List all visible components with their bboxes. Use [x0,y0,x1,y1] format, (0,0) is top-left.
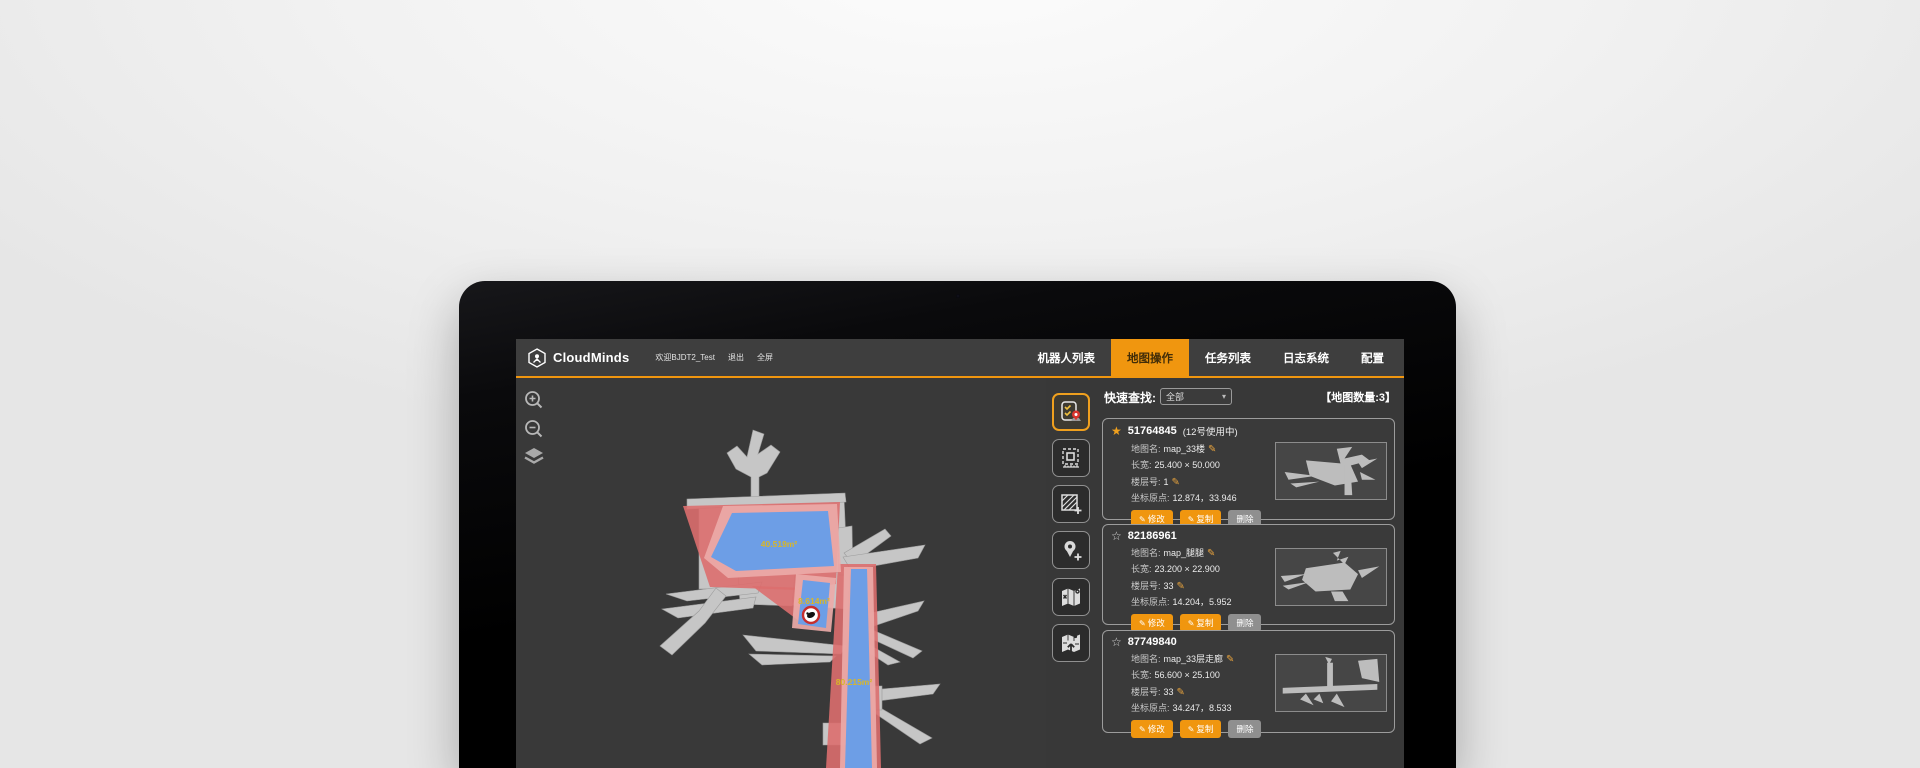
pencil-icon: ✎ [1139,619,1146,628]
map-id: 87749840 [1128,636,1177,648]
cloudminds-hexagon-icon [527,348,547,368]
poi-add-icon [1059,538,1083,562]
field-label-size: 长宽: [1131,460,1152,470]
robot-position-marker[interactable] [803,607,819,623]
field-label-name: 地图名: [1131,444,1161,454]
tab-log-system[interactable]: 日志系统 [1267,339,1345,376]
tool-poi-add-button[interactable] [1052,531,1090,569]
dropdown-selected-value: 全部 [1166,390,1222,403]
map-id: 82186961 [1128,530,1177,542]
field-label-floor: 楼层号: [1131,581,1161,591]
field-label-name: 地图名: [1131,548,1161,558]
favorite-star-icon[interactable]: ☆ [1111,636,1122,648]
zoom-out-button[interactable] [523,418,545,440]
edit-pencil-icon[interactable]: ✎ [1172,477,1180,488]
webcam-dot [956,294,960,298]
desktop-background: CloudMinds 欢迎BJDT2_Test 退出 全屏 机器人列表 地图操作… [0,0,1920,768]
map-count-text: 【地图数量:3】 [1320,389,1396,405]
tool-map-upload-button[interactable] [1052,624,1090,662]
map-card[interactable]: ★ 51764845 (12号使用中) 地图名:map_33楼✎ 长宽:25.4… [1102,418,1395,520]
laptop-bezel: CloudMinds 欢迎BJDT2_Test 退出 全屏 机器人列表 地图操作… [459,281,1456,768]
map-origin-value: 12.874，33.946 [1173,493,1237,503]
tab-robot-list[interactable]: 机器人列表 [1022,339,1112,376]
quick-find-label: 快速查找: [1104,389,1156,406]
map-thumbnail [1275,548,1387,606]
tool-map-task-list-button[interactable] [1052,393,1090,431]
pencil-icon: ✎ [1139,725,1146,734]
app-screen: CloudMinds 欢迎BJDT2_Test 退出 全屏 机器人列表 地图操作… [516,339,1404,768]
map-with-pin-icon [1059,585,1083,609]
map-name-value: map_腿腿 [1164,548,1205,558]
map-name-value: map_33层走廊 [1164,654,1224,664]
field-label-floor: 楼层号: [1131,687,1161,697]
brand-name: CloudMinds [553,350,629,365]
map-measure-icon [1059,446,1083,470]
map-floor-value: 33 [1164,581,1174,591]
pencil-icon: ✎ [1188,619,1195,628]
edit-pencil-icon[interactable]: ✎ [1226,654,1234,665]
map-floor-value: 1 [1164,477,1169,487]
field-label-origin: 坐标原点: [1131,493,1170,503]
area-label-1: 40.519m² [761,539,798,549]
virtual-wall-add-icon [1059,492,1083,516]
tab-task-list[interactable]: 任务列表 [1189,339,1267,376]
tab-configuration[interactable]: 配置 [1345,339,1400,376]
map-id: 51764845 [1128,425,1177,437]
pencil-icon: ✎ [1188,515,1195,524]
map-task-list-icon [1058,399,1084,425]
tool-map-marker-button[interactable] [1052,578,1090,616]
zoom-in-button[interactable] [523,389,545,411]
main-nav: 机器人列表 地图操作 任务列表 日志系统 配置 [1022,339,1405,376]
map-card[interactable]: ☆ 87749840 地图名:map_33层走廊✎ 长宽:56.600 × 25… [1102,630,1395,733]
edit-pencil-icon[interactable]: ✎ [1208,444,1216,455]
map-origin-value: 14.204，5.952 [1173,597,1232,607]
tool-map-measure-button[interactable] [1052,439,1090,477]
edit-pencil-icon[interactable]: ✎ [1177,581,1185,592]
map-size-value: 23.200 × 22.900 [1155,564,1220,574]
field-label-size: 长宽: [1131,670,1152,680]
field-label-floor: 楼层号: [1131,477,1161,487]
map-origin-value: 34.247，8.533 [1173,703,1232,713]
pencil-icon: ✎ [1188,725,1195,734]
modify-button[interactable]: ✎修改 [1131,720,1173,738]
map-card[interactable]: ☆ 82186961 地图名:map_腿腿✎ 长宽:23.200 × 22.90… [1102,524,1395,625]
pencil-icon: ✎ [1139,515,1146,524]
map-canvas[interactable]: 40.519m² 8.614m² 80.215m² [516,378,1046,768]
tool-virtual-wall-add-button[interactable] [1052,485,1090,523]
tab-map-operations[interactable]: 地图操作 [1111,339,1189,376]
map-floor-value: 33 [1164,687,1174,697]
favorite-star-icon[interactable]: ★ [1111,425,1122,437]
map-filter-dropdown[interactable]: 全部 ▾ [1160,388,1232,405]
area-label-3: 80.215m² [836,677,873,687]
field-label-size: 长宽: [1131,564,1152,574]
field-label-name: 地图名: [1131,654,1161,664]
layers-button[interactable] [523,447,545,467]
chevron-down-icon: ▾ [1222,392,1226,401]
map-thumbnail [1275,654,1387,712]
copy-button[interactable]: ✎复制 [1180,720,1222,738]
welcome-text: 欢迎BJDT2_Test [655,352,715,363]
field-label-origin: 坐标原点: [1131,597,1170,607]
edit-pencil-icon[interactable]: ✎ [1207,548,1215,559]
map-size-value: 25.400 × 50.000 [1155,460,1220,470]
map-thumbnail [1275,442,1387,500]
field-label-origin: 坐标原点: [1131,703,1170,713]
map-upload-icon [1059,631,1083,655]
brand-logo: CloudMinds [527,348,629,368]
logout-link[interactable]: 退出 [728,352,744,363]
area-label-2: 8.614m² [798,596,830,606]
app-header: CloudMinds 欢迎BJDT2_Test 退出 全屏 机器人列表 地图操作… [516,339,1404,378]
map-size-value: 56.600 × 25.100 [1155,670,1220,680]
map-usage-note: (12号使用中) [1183,424,1238,438]
fullscreen-link[interactable]: 全屏 [757,352,773,363]
map-name-value: map_33楼 [1164,444,1206,454]
edit-pencil-icon[interactable]: ✎ [1177,687,1185,698]
delete-button[interactable]: 删除 [1228,720,1261,738]
favorite-star-icon[interactable]: ☆ [1111,530,1122,542]
